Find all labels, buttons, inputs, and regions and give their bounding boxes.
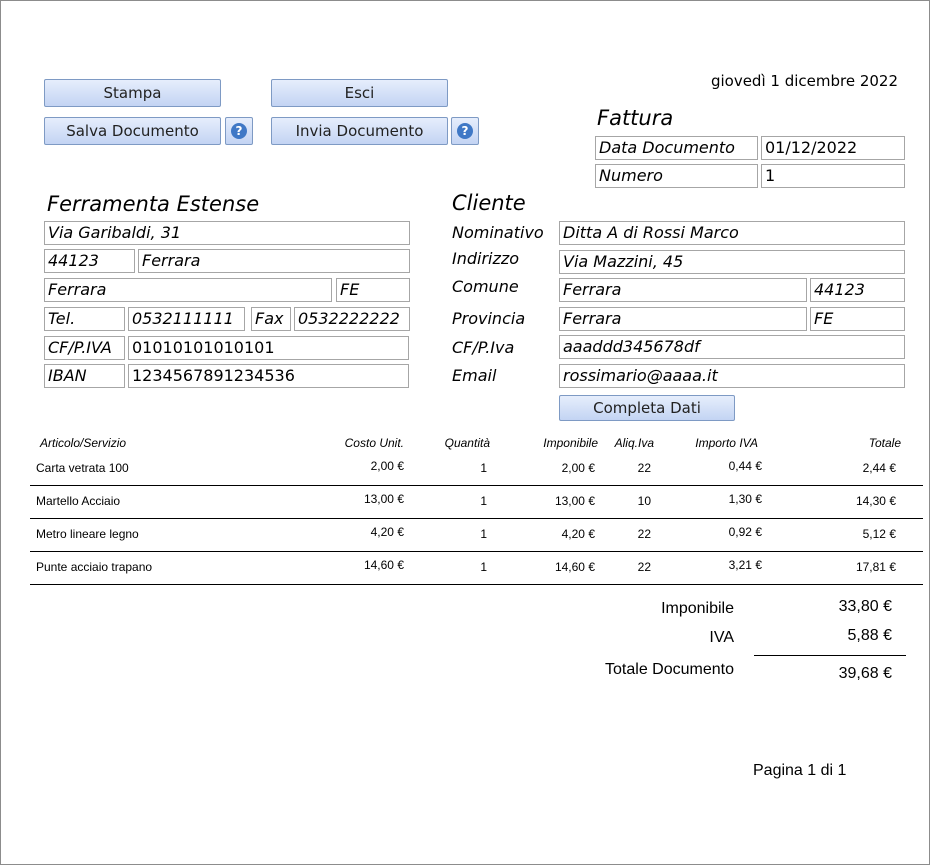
client-province-code-field[interactable]: FE [810,307,905,331]
client-email-field[interactable]: rossimario@aaaa.it [559,364,905,388]
company-cf-field[interactable]: 01010101010101 [128,336,409,360]
company-tel-field[interactable]: 0532111111 [128,307,245,331]
cell-vat-amount: 3,21 € [728,558,762,572]
document-number-label: Numero [595,164,758,188]
cell-qty: 1 [480,461,487,475]
company-city-field[interactable]: Ferrara [138,249,410,273]
cell-qty: 1 [480,527,487,541]
save-help-button[interactable]: ? [225,117,253,145]
cell-taxable: 13,00 € [554,494,595,508]
company-iban-field[interactable]: 1234567891234536 [128,364,409,388]
document-date-line: giovedì 1 dicembre 2022 [710,72,898,90]
cell-item: Carta vetrata 100 [36,461,129,475]
cell-vat-rate: 22 [637,560,651,574]
send-document-button[interactable]: Invia Documento [271,117,448,145]
cell-item: Punte acciaio trapano [36,560,153,574]
complete-data-button[interactable]: Completa Dati [559,395,735,421]
totals-vat-value: 5,88 € [847,627,892,644]
company-cap-field[interactable]: 44123 [44,249,135,273]
totals-vat-label: IVA [709,629,734,646]
company-tel-label: Tel. [44,307,125,331]
cell-vat-rate: 10 [637,494,651,508]
print-button[interactable]: Stampa [44,79,221,107]
document-date-field[interactable]: 01/12/2022 [761,136,905,160]
help-icon: ? [231,123,247,139]
company-fax-label: Fax [251,307,291,331]
client-cf-label: CF/P.Iva [452,338,515,357]
cell-vat-amount: 1,30 € [728,492,762,506]
client-title: Cliente [452,191,526,215]
client-comune-label: Comune [452,277,519,296]
totals-taxable-value: 33,80 € [838,598,892,615]
cell-unit-cost: 4,20 € [370,525,404,539]
cell-unit-cost: 2,00 € [370,459,404,473]
invoice-title: Fattura [597,106,674,130]
client-cap-field[interactable]: 44123 [810,278,905,302]
totals-taxable-label: Imponibile [661,600,734,617]
cell-total: 2,44 € [862,461,896,475]
row-divider [30,518,923,519]
cell-total: 17,81 € [855,560,896,574]
col-header-item: Articolo/Servizio [40,436,127,450]
document-date-label: Data Documento [595,136,758,160]
document-number-field[interactable]: 1 [761,164,905,188]
cell-unit-cost: 13,00 € [363,492,404,506]
row-divider [30,485,923,486]
col-header-vat-rate: Aliq.Iva [614,436,654,450]
company-province-field[interactable]: FE [336,278,410,302]
company-cf-label: CF/P.IVA [44,336,125,360]
cell-taxable: 2,00 € [561,461,595,475]
client-comune-field[interactable]: Ferrara [559,278,807,302]
client-address-label: Indirizzo [452,249,520,268]
cell-taxable: 14,60 € [554,560,595,574]
client-cf-field[interactable]: aaaddd345678df [559,335,905,359]
page-counter: Pagina 1 di 1 [753,762,847,779]
totals-document-value: 39,68 € [838,665,892,682]
client-name-field[interactable]: Ditta A di Rossi Marco [559,221,905,245]
col-header-unit-cost: Costo Unit. [344,436,404,450]
client-address-field[interactable]: Via Mazzini, 45 [559,250,905,274]
help-icon: ? [457,123,473,139]
company-fax-field[interactable]: 0532222222 [294,307,410,331]
cell-qty: 1 [480,560,487,574]
save-document-button[interactable]: Salva Documento [44,117,221,145]
client-name-label: Nominativo [452,223,544,242]
send-help-button[interactable]: ? [451,117,479,145]
col-header-qty: Quantità [444,436,490,450]
cell-unit-cost: 14,60 € [363,558,404,572]
cell-qty: 1 [480,494,487,508]
cell-total: 5,12 € [862,527,896,541]
exit-button[interactable]: Esci [271,79,448,107]
col-header-taxable: Imponibile [543,436,598,450]
cell-item: Metro lineare legno [36,527,139,541]
client-province-label: Provincia [452,309,526,328]
cell-total: 14,30 € [855,494,896,508]
client-province-field[interactable]: Ferrara [559,307,807,331]
cell-item: Martello Acciaio [36,494,121,508]
client-email-label: Email [452,366,497,385]
totals-divider [754,655,906,656]
col-header-vat-amount: Importo IVA [695,436,758,450]
col-header-total: Totale [868,436,901,450]
company-name: Ferramenta Estense [47,192,260,216]
company-comune-field[interactable]: Ferrara [44,278,332,302]
totals-document-label: Totale Documento [605,661,734,678]
cell-vat-amount: 0,92 € [728,525,762,539]
company-address-field[interactable]: Via Garibaldi, 31 [44,221,410,245]
cell-vat-rate: 22 [637,461,651,475]
cell-taxable: 4,20 € [561,527,595,541]
company-iban-label: IBAN [44,364,125,388]
cell-vat-rate: 22 [637,527,651,541]
cell-vat-amount: 0,44 € [728,459,762,473]
row-divider [30,584,923,585]
row-divider [30,551,923,552]
